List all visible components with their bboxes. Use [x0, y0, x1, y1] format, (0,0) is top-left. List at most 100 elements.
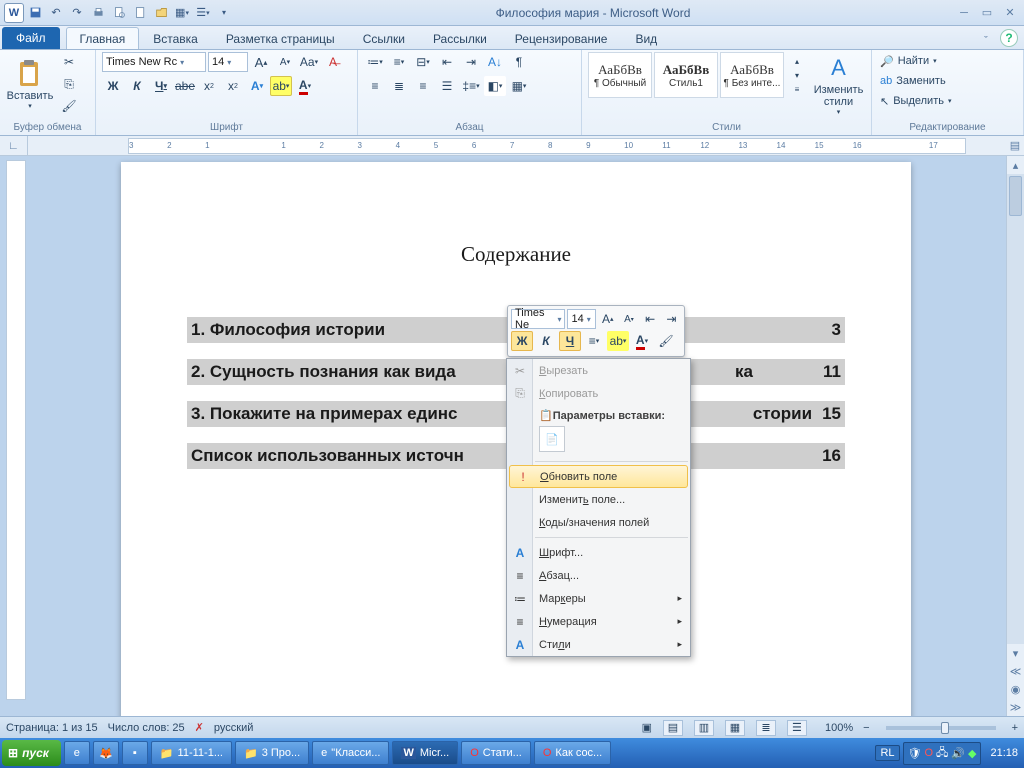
mini-grow-icon[interactable]: A▴: [598, 309, 617, 329]
align-left-icon[interactable]: ≡: [364, 76, 386, 96]
text-effects-icon[interactable]: A▾: [246, 76, 268, 96]
ctx-styles[interactable]: AСтили▸: [507, 633, 690, 656]
ql-item-icon[interactable]: ▪: [122, 741, 148, 765]
ctx-edit-field[interactable]: Изменить поле...: [507, 488, 690, 511]
qat-table-icon[interactable]: ▦▾: [172, 3, 192, 23]
tray-opera-icon[interactable]: O: [924, 747, 933, 759]
view-draft-icon[interactable]: ☰: [787, 720, 807, 736]
subscript-icon[interactable]: x2: [198, 76, 220, 96]
ctx-font[interactable]: AШрифт...: [507, 541, 690, 564]
style-normal[interactable]: АаБбВв¶ Обычный: [588, 52, 652, 98]
ruler-toggle-icon[interactable]: ▤: [1006, 139, 1024, 152]
justify-icon[interactable]: ☰: [436, 76, 458, 96]
minimize-button[interactable]: ─: [954, 5, 974, 21]
font-color-icon[interactable]: A▾: [294, 76, 316, 96]
styles-more-icon[interactable]: ≡: [786, 82, 808, 96]
qat-customize-icon[interactable]: ▾: [214, 3, 234, 23]
line-spacing-icon[interactable]: ‡≡▾: [460, 76, 482, 96]
scroll-up-icon[interactable]: ▴: [1007, 156, 1024, 174]
status-proofing-icon[interactable]: ✗: [195, 721, 204, 734]
italic-button[interactable]: К: [126, 76, 148, 96]
tab-selector-icon[interactable]: ∟: [0, 136, 28, 156]
bullets-icon[interactable]: ≔▾: [364, 52, 386, 72]
replace-button[interactable]: abЗаменить: [878, 72, 953, 90]
change-case-icon[interactable]: Aa▾: [298, 52, 320, 72]
scroll-thumb[interactable]: [1009, 176, 1022, 216]
mini-highlight-icon[interactable]: ab▾: [607, 331, 629, 351]
close-button[interactable]: ✕: [1000, 5, 1020, 21]
underline-button[interactable]: Ч▾: [150, 76, 172, 96]
minimize-ribbon-icon[interactable]: ˇ: [976, 33, 996, 49]
zoom-value[interactable]: 100%: [825, 722, 853, 734]
mini-font-size[interactable]: 14▾: [567, 309, 596, 329]
tray-network-icon[interactable]: 🖧: [936, 744, 948, 763]
ctx-update-field[interactable]: !Обновить поле: [509, 465, 688, 488]
ctx-cut[interactable]: ✂Вырезать: [507, 359, 690, 382]
status-words[interactable]: Число слов: 25: [108, 722, 185, 734]
taskbar-item-word[interactable]: WMicr...: [392, 741, 458, 765]
browse-object-icon[interactable]: ◉: [1007, 680, 1024, 698]
ctx-numbering[interactable]: ≡Нумерация▸: [507, 610, 690, 633]
format-painter-icon[interactable]: 🖌: [58, 96, 80, 116]
zoom-out-icon[interactable]: −: [863, 722, 869, 734]
align-center-icon[interactable]: ≣: [388, 76, 410, 96]
tray-shield-icon[interactable]: 🛡: [908, 747, 922, 760]
superscript-icon[interactable]: x2: [222, 76, 244, 96]
tab-references[interactable]: Ссылки: [349, 27, 419, 49]
copy-icon[interactable]: ⎘: [58, 74, 80, 94]
next-page-icon[interactable]: ≫: [1007, 698, 1024, 716]
qat-undo-icon[interactable]: ↶: [46, 3, 66, 23]
ql-ie-icon[interactable]: e: [64, 741, 90, 765]
show-marks-icon[interactable]: ¶: [508, 52, 530, 72]
cut-icon[interactable]: ✂: [58, 52, 80, 72]
styles-down-icon[interactable]: ▾: [786, 68, 808, 82]
clear-format-icon[interactable]: A̶: [322, 52, 344, 72]
find-button[interactable]: 🔎Найти ▾: [878, 52, 953, 70]
tab-insert[interactable]: Вставка: [139, 27, 212, 49]
paste-button[interactable]: Вставить ▾: [6, 52, 54, 116]
select-button[interactable]: ↖Выделить ▾: [878, 92, 953, 110]
mini-align-icon[interactable]: ≡▾: [583, 331, 605, 351]
tray-icons[interactable]: 🛡O🖧🔊◆: [903, 742, 982, 765]
tab-view[interactable]: Вид: [621, 27, 671, 49]
multilevel-icon[interactable]: ⊟▾: [412, 52, 434, 72]
tab-home[interactable]: Главная: [66, 27, 140, 49]
prev-page-icon[interactable]: ≪: [1007, 662, 1024, 680]
ctx-copy[interactable]: ⎘Копировать: [507, 382, 690, 405]
vertical-scrollbar[interactable]: ▴ ▾ ≪ ◉ ≫: [1006, 156, 1024, 716]
font-size-select[interactable]: 14▾: [208, 52, 248, 72]
mini-font-color-icon[interactable]: A▾: [631, 331, 653, 351]
qat-redo-icon[interactable]: ↷: [67, 3, 87, 23]
taskbar-item[interactable]: OСтати...: [461, 741, 531, 765]
ctx-bullets[interactable]: ≔Маркеры▸: [507, 587, 690, 610]
status-language[interactable]: русский: [214, 722, 253, 734]
styles-up-icon[interactable]: ▴: [786, 54, 808, 68]
mini-indent-dec-icon[interactable]: ⇤: [641, 309, 660, 329]
shading-icon[interactable]: ◧▾: [484, 76, 506, 96]
indent-inc-icon[interactable]: ⇥: [460, 52, 482, 72]
style-style1[interactable]: АаБбВвСтиль1: [654, 52, 718, 98]
mini-font-family[interactable]: Times Ne▾: [511, 309, 565, 329]
font-family-select[interactable]: Times New Rc▾: [102, 52, 206, 72]
status-page[interactable]: Страница: 1 из 15: [6, 722, 98, 734]
qat-new-icon[interactable]: [130, 3, 150, 23]
qat-paragraph-icon[interactable]: ☰▾: [193, 3, 213, 23]
numbering-icon[interactable]: ≡▾: [388, 52, 410, 72]
tab-file[interactable]: Файл: [2, 27, 60, 49]
qat-print-icon[interactable]: [88, 3, 108, 23]
horizontal-ruler[interactable]: 3211234567891011121314151617: [128, 138, 966, 154]
sort-icon[interactable]: A↓: [484, 52, 506, 72]
qat-save-icon[interactable]: [25, 3, 45, 23]
help-icon[interactable]: ?: [1000, 29, 1018, 47]
scroll-down-icon[interactable]: ▾: [1007, 644, 1024, 662]
taskbar-item[interactable]: OКак сос...: [534, 741, 611, 765]
taskbar-item[interactable]: 📁3 Про...: [235, 741, 309, 765]
vertical-ruler[interactable]: [6, 160, 26, 700]
taskbar-item[interactable]: 📁11-11-1...: [151, 741, 232, 765]
view-read-icon[interactable]: ▥: [694, 720, 714, 736]
indent-dec-icon[interactable]: ⇤: [436, 52, 458, 72]
change-styles-button[interactable]: A Изменить стили▾: [812, 52, 865, 116]
mini-format-painter-icon[interactable]: 🖌: [655, 331, 677, 351]
strike-button[interactable]: abe: [174, 76, 196, 96]
bold-button[interactable]: Ж: [102, 76, 124, 96]
